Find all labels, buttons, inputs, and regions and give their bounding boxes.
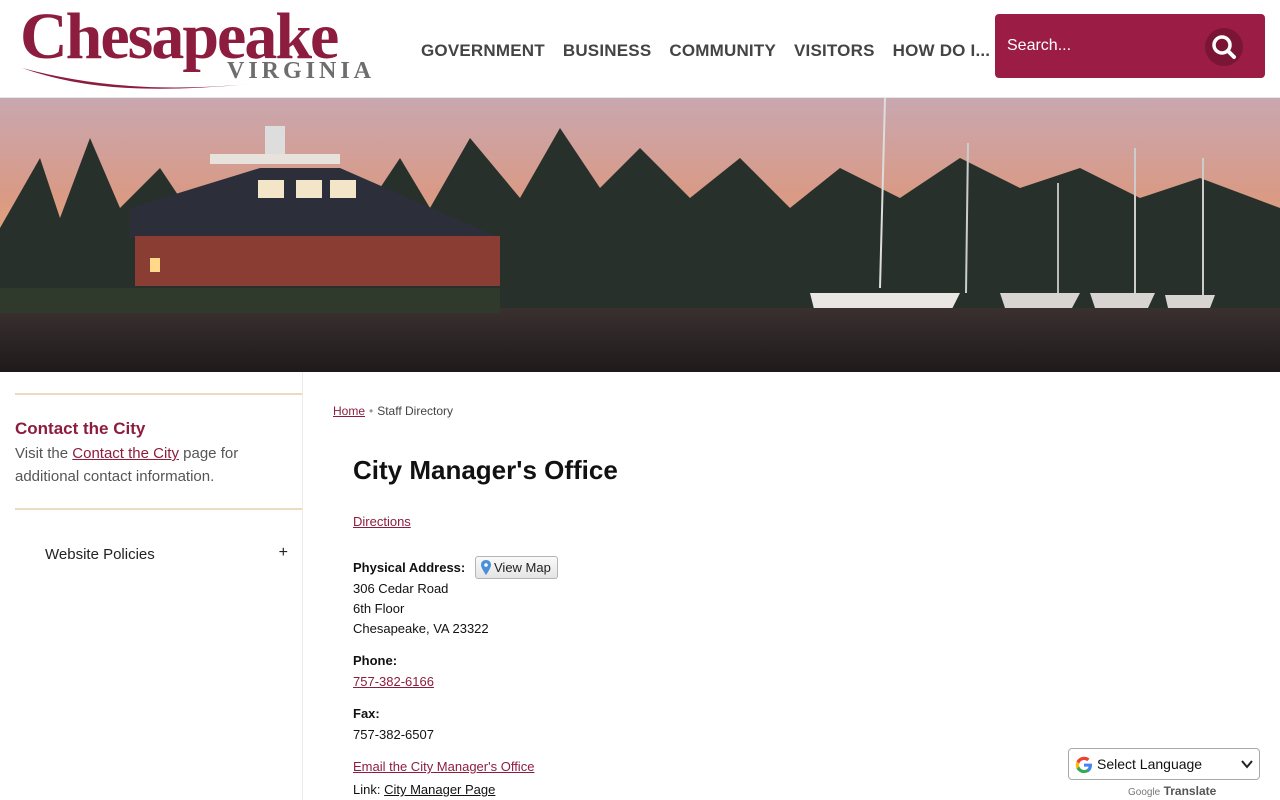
site-header: Chesapeake VIRGINIA GOVERNMENT BUSINESS … <box>0 0 1280 98</box>
related-link-row: Link: City Manager Page <box>353 782 495 797</box>
search-input[interactable] <box>1007 28 1197 64</box>
translate-text[interactable]: Translate <box>1164 784 1217 798</box>
fax-number: 757-382-6507 <box>353 727 434 742</box>
directions-link[interactable]: Directions <box>353 514 411 529</box>
logo-subtitle: VIRGINIA <box>226 58 375 84</box>
page-title: City Manager's Office <box>353 455 618 485</box>
contact-heading: Contact the City <box>15 419 146 438</box>
breadcrumb-separator: • <box>369 404 374 418</box>
phone-label: Phone: <box>353 653 398 668</box>
nav-how-do-i[interactable]: HOW DO I... <box>884 38 1000 64</box>
hero-banner-image <box>0 98 1280 372</box>
physical-address-label: Physical Address: <box>353 560 466 575</box>
sidebar: Contact the City Visit the Contact the C… <box>0 372 303 800</box>
search-button[interactable] <box>1205 28 1243 66</box>
main-nav: GOVERNMENT BUSINESS COMMUNITY VISITORS H… <box>412 38 999 64</box>
map-pin-icon <box>481 560 491 575</box>
select-language-label: Select Language <box>1097 756 1203 772</box>
view-map-label: View Map <box>494 560 551 575</box>
sidebar-divider <box>15 393 302 395</box>
powered-by-google-translate: Google Translate <box>1128 784 1216 798</box>
breadcrumb-current: Staff Directory <box>377 404 454 418</box>
phone-link[interactable]: 757-382-6166 <box>353 674 434 689</box>
search-box <box>995 14 1265 78</box>
city-manager-page-link[interactable]: City Manager Page <box>384 782 495 797</box>
website-policies-menu[interactable]: Website Policies + <box>15 536 302 574</box>
plus-icon[interactable]: + <box>279 544 288 562</box>
contact-text-pre: Visit the <box>15 445 73 462</box>
chesapeake-logo[interactable]: Chesapeake VIRGINIA <box>20 4 385 92</box>
contact-the-city-link[interactable]: Contact the City <box>72 445 179 462</box>
fax-label: Fax: <box>353 706 380 721</box>
nav-visitors[interactable]: VISITORS <box>785 38 884 64</box>
breadcrumb-home[interactable]: Home <box>333 404 365 418</box>
google-logo-text: Google <box>1128 787 1161 798</box>
nav-community[interactable]: COMMUNITY <box>660 38 785 64</box>
address-line-3: Chesapeake, VA 23322 <box>353 621 489 636</box>
sidebar-divider <box>15 508 302 510</box>
website-policies-label: Website Policies <box>45 546 155 563</box>
logo-swoosh <box>22 68 250 89</box>
language-select[interactable]: Select Language <box>1068 748 1260 780</box>
chevron-down-icon <box>1241 760 1253 769</box>
google-g-icon <box>1075 756 1092 773</box>
address-line-2: 6th Floor <box>353 601 405 616</box>
nav-business[interactable]: BUSINESS <box>554 38 661 64</box>
view-map-button[interactable]: View Map <box>475 556 558 579</box>
nav-government[interactable]: GOVERNMENT <box>412 38 554 64</box>
email-office-link[interactable]: Email the City Manager's Office <box>353 759 534 774</box>
search-icon <box>1212 35 1236 59</box>
link-prefix: Link: <box>353 782 385 797</box>
breadcrumb: Home • Staff Directory <box>333 404 453 418</box>
address-line-1: 306 Cedar Road <box>353 581 449 596</box>
contact-description: Visit the Contact the City page for addi… <box>15 442 285 488</box>
